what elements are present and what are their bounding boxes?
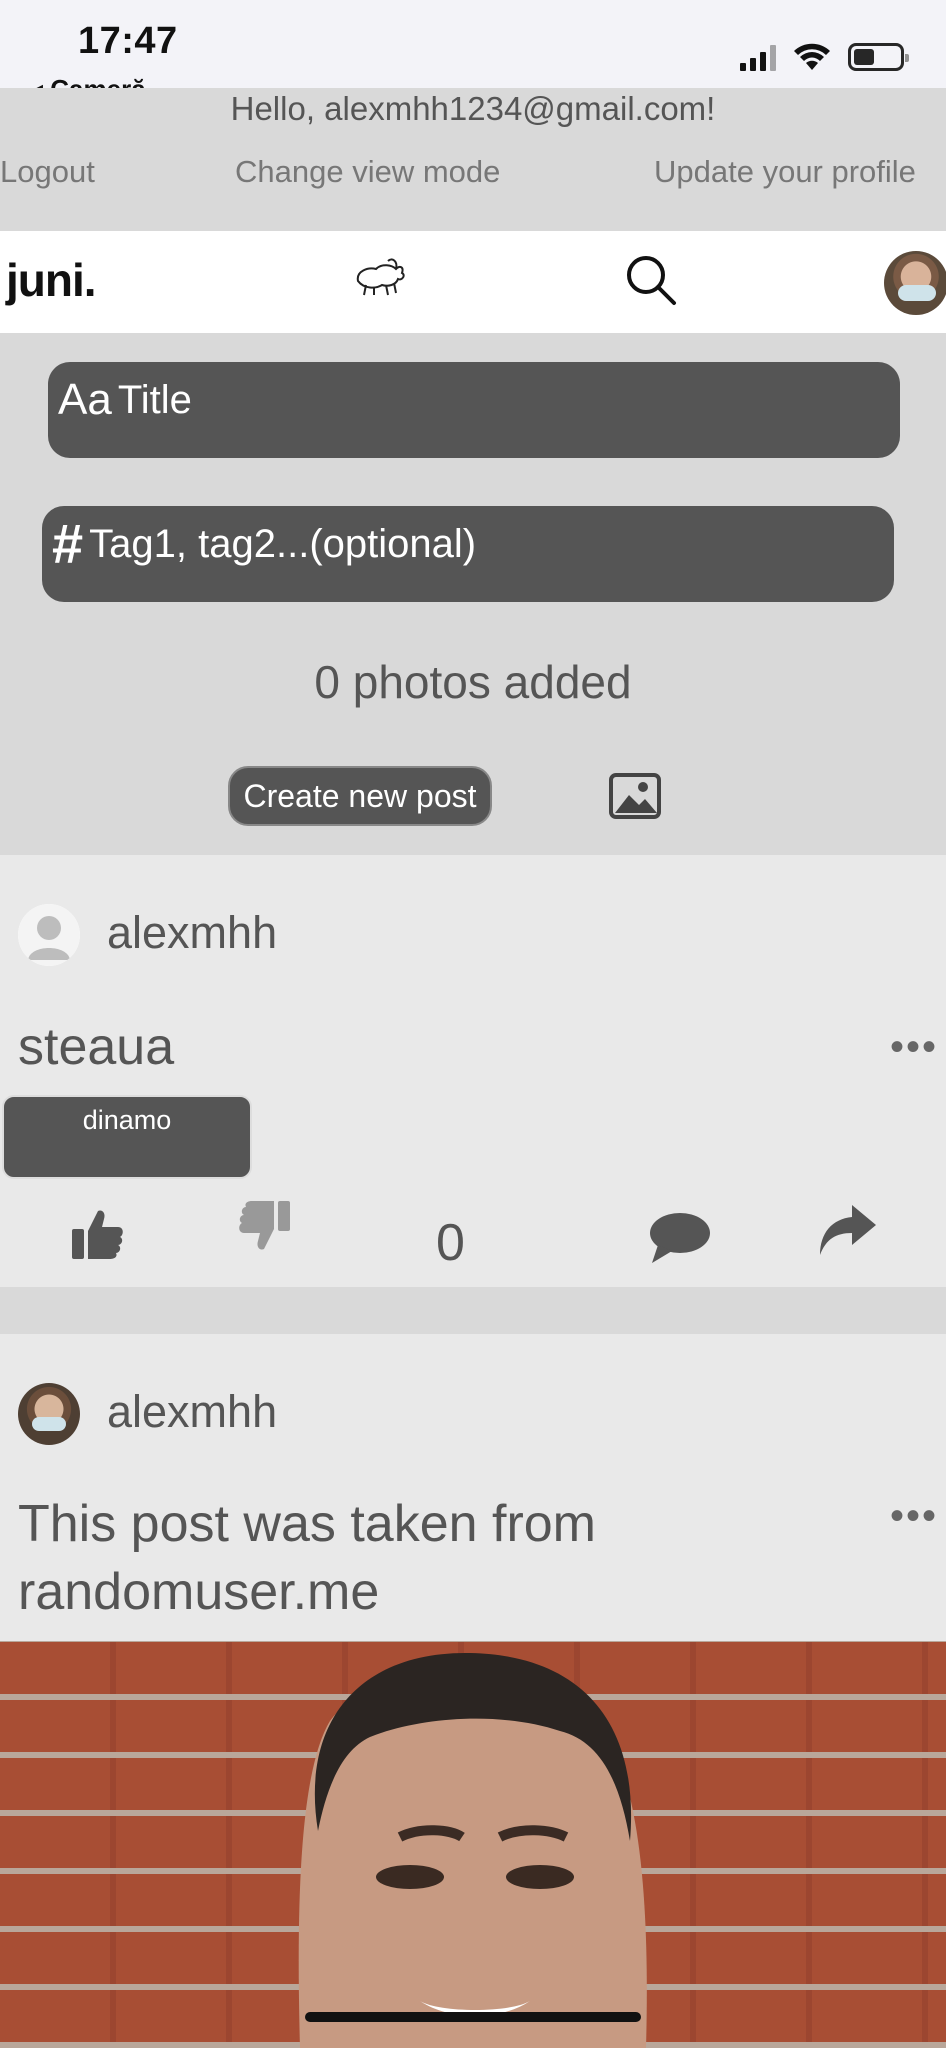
status-time: 17:47 — [78, 20, 178, 62]
author-avatar[interactable] — [18, 904, 80, 966]
hashtag-icon: # — [52, 512, 84, 575]
status-icons — [740, 42, 909, 72]
share-icon[interactable] — [816, 1203, 878, 1257]
vote-score: 0 — [436, 1214, 465, 1272]
wifi-icon — [794, 43, 830, 70]
search-icon[interactable] — [624, 253, 678, 307]
post-composer: Aa # 0 photos added Create new post — [0, 333, 946, 855]
post-image — [0, 1641, 946, 2048]
user-avatar[interactable] — [884, 251, 946, 315]
top-nav: juni. — [0, 231, 946, 333]
update-profile-link[interactable]: Update your profile — [654, 154, 916, 190]
thumbs-up-icon[interactable] — [70, 1205, 126, 1261]
ram-logo-icon[interactable] — [352, 253, 406, 299]
more-options-icon[interactable]: ••• — [890, 1025, 938, 1070]
thumbs-down-icon[interactable] — [236, 1199, 292, 1255]
tag-chip[interactable]: dinamo — [2, 1095, 252, 1179]
author-avatar[interactable] — [18, 1383, 80, 1445]
post-card: alexmhh ••• steaua dinamo 0 — [0, 855, 946, 1287]
signal-icon — [740, 43, 776, 71]
post-title: This post was taken from randomuser.me — [18, 1495, 596, 1621]
post-actions: 0 — [0, 1191, 946, 1287]
text-format-icon: Aa — [58, 375, 112, 424]
app-logo[interactable]: juni. — [6, 253, 97, 307]
account-bar: Hello, alexmhh1234@gmail.com! Logout Cha… — [0, 88, 946, 231]
logout-link[interactable]: Logout — [0, 154, 95, 190]
change-view-mode-link[interactable]: Change view mode — [235, 154, 500, 190]
status-bar: 17:47 ◂ Cameră — [0, 0, 946, 104]
comment-icon[interactable] — [648, 1211, 712, 1265]
home-indicator — [305, 2012, 641, 2022]
tags-input[interactable] — [85, 521, 786, 567]
post-title: steaua — [18, 1018, 175, 1076]
tags-field[interactable]: # — [42, 506, 894, 602]
post-author[interactable]: alexmhh — [107, 907, 277, 959]
post-author[interactable]: alexmhh — [107, 1386, 277, 1438]
default-user-icon — [18, 904, 80, 966]
title-input[interactable] — [113, 377, 814, 423]
photos-count: 0 photos added — [314, 656, 632, 708]
image-icon[interactable] — [609, 773, 661, 819]
title-field[interactable]: Aa — [48, 362, 900, 458]
person-photo — [298, 1652, 647, 2048]
post-divider — [0, 1287, 946, 1334]
greeting-text: Hello, alexmhh1234@gmail.com! — [230, 90, 716, 127]
battery-icon — [848, 43, 909, 71]
create-post-button[interactable]: Create new post — [228, 766, 492, 826]
post-card: alexmhh ••• This post was taken from ran… — [0, 1334, 946, 2048]
